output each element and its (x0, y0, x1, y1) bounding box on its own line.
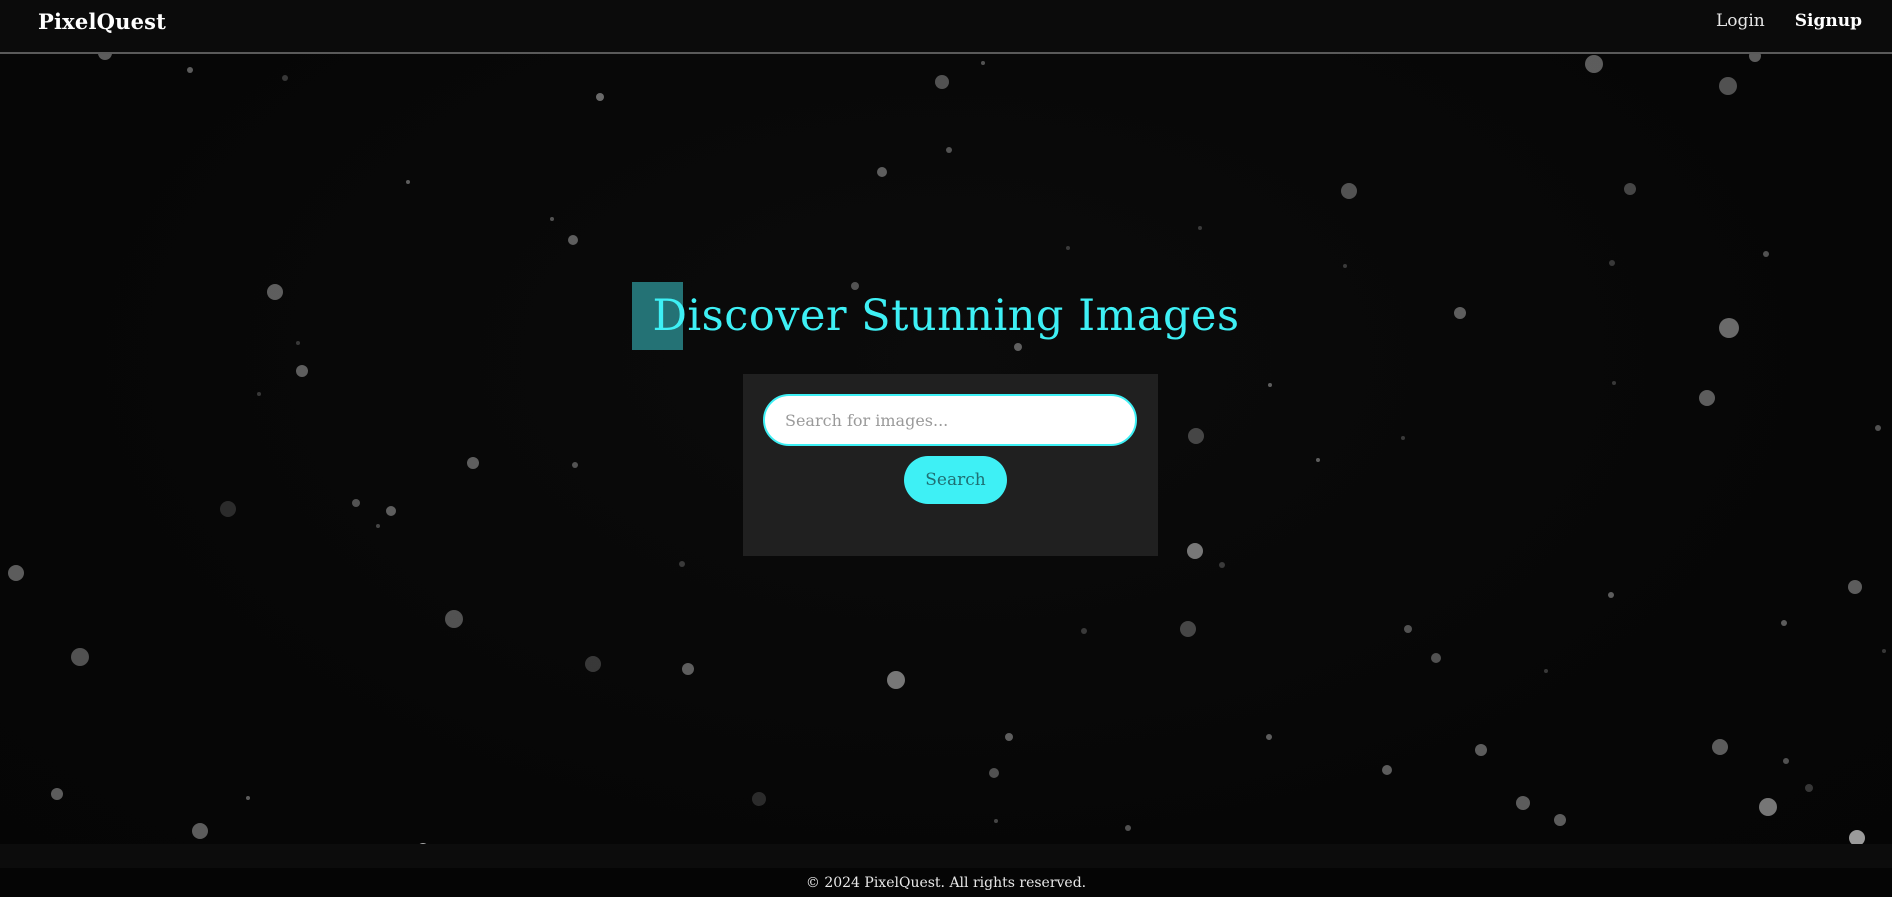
star-particle (1180, 621, 1196, 637)
star-particle (1066, 246, 1070, 250)
star-particle (1125, 825, 1131, 831)
brand-logo[interactable]: PixelQuest (38, 9, 166, 34)
star-particle (1081, 628, 1087, 634)
star-particle (1783, 758, 1789, 764)
star-particle (568, 235, 578, 245)
star-particle (376, 524, 380, 528)
star-particle (877, 167, 887, 177)
star-particle (220, 501, 236, 517)
star-particle (1608, 592, 1614, 598)
star-particle (445, 610, 463, 628)
star-particle (1585, 55, 1603, 73)
star-particle (467, 457, 479, 469)
hero-title-text: Discover Stunning Images (652, 291, 1240, 341)
star-particle (386, 506, 396, 516)
star-particle (296, 365, 308, 377)
nav-links: Login Signup (1716, 11, 1862, 31)
star-particle (1609, 260, 1615, 266)
star-particle (1382, 765, 1392, 775)
star-particle (406, 180, 410, 184)
search-input[interactable] (763, 394, 1137, 446)
star-particle (994, 819, 998, 823)
star-particle (246, 796, 250, 800)
star-particle (1612, 381, 1616, 385)
star-particle (282, 75, 288, 81)
star-particle (1187, 543, 1203, 559)
star-particle (1198, 226, 1202, 230)
login-link[interactable]: Login (1716, 11, 1765, 31)
star-particle (946, 147, 952, 153)
signup-link[interactable]: Signup (1795, 11, 1862, 31)
star-particle (1781, 620, 1787, 626)
star-particle (550, 217, 554, 221)
footer-copyright: © 2024 PixelQuest. All rights reserved. (805, 875, 1087, 891)
star-particle (935, 75, 949, 89)
star-particle (1554, 814, 1566, 826)
star-particle (192, 823, 208, 839)
star-particle (1188, 428, 1204, 444)
star-particle (1624, 183, 1636, 195)
star-particle (1343, 264, 1347, 268)
star-particle (1805, 784, 1813, 792)
star-particle (1759, 798, 1777, 816)
star-particle (1763, 251, 1769, 257)
star-particle (1219, 562, 1225, 568)
star-particle (1005, 733, 1013, 741)
star-particle (1848, 580, 1862, 594)
star-particle (585, 656, 601, 672)
star-particle (989, 768, 999, 778)
star-particle (679, 561, 685, 567)
star-particle (1544, 669, 1548, 673)
star-particle (887, 671, 905, 689)
star-particle (1341, 183, 1357, 199)
footer: © 2024 PixelQuest. All rights reserved. (0, 868, 1892, 897)
star-particle (352, 499, 360, 507)
hero-section: Discover Stunning Images (0, 280, 1892, 352)
star-particle (1431, 653, 1441, 663)
star-particle (596, 93, 604, 101)
search-button[interactable]: Search (904, 456, 1007, 504)
star-particle (1712, 739, 1728, 755)
search-panel: Search (743, 374, 1158, 556)
star-particle (1699, 390, 1715, 406)
star-particle (752, 792, 766, 806)
star-particle (8, 565, 24, 581)
star-particle (1516, 796, 1530, 810)
star-particle (1882, 649, 1886, 653)
star-particle (1719, 77, 1737, 95)
hero-title: Discover Stunning Images (632, 280, 1240, 352)
star-particle (1404, 625, 1412, 633)
top-navbar: PixelQuest Login Signup (0, 0, 1892, 54)
star-particle (1401, 436, 1405, 440)
footer-band (0, 844, 1892, 868)
star-particle (51, 788, 63, 800)
star-particle (1475, 744, 1487, 756)
star-particle (1875, 425, 1881, 431)
star-particle (257, 392, 261, 396)
star-particle (1316, 458, 1320, 462)
star-particle (71, 648, 89, 666)
star-particle (682, 663, 694, 675)
star-particle (572, 462, 578, 468)
page: PixelQuest Login Signup Discover Stunnin… (0, 0, 1892, 897)
star-particle (1266, 734, 1272, 740)
star-particle (981, 61, 985, 65)
star-particle (187, 67, 193, 73)
star-particle (1268, 383, 1272, 387)
